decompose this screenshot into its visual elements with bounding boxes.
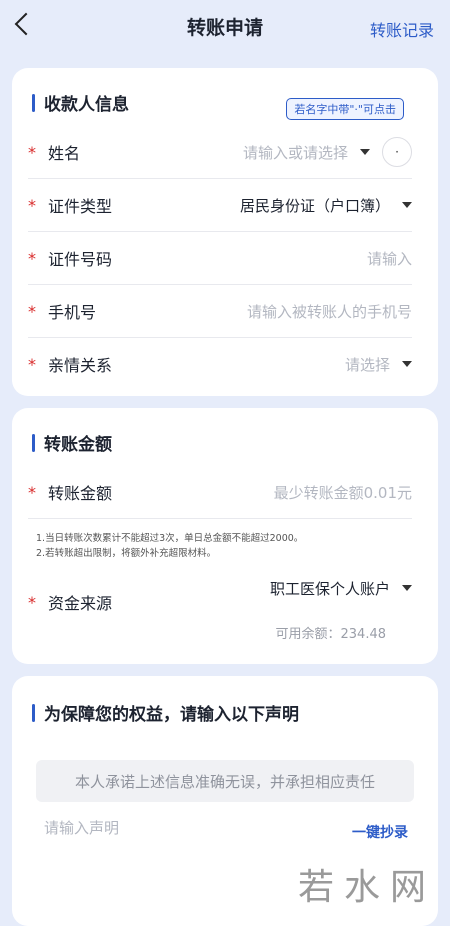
relation-select[interactable]: 请选择	[345, 354, 390, 375]
name-dropdown-caret-icon[interactable]	[360, 149, 370, 155]
relation-caret-icon[interactable]	[402, 361, 412, 367]
payee-info-card: 收款人信息 若名字中带"·"可点击 * 姓名 请输入或请选择 · * 证件类型 …	[12, 68, 438, 396]
declaration-section-title: 为保障您的权益，请输入以下声明	[32, 700, 299, 725]
required-star: *	[28, 482, 36, 502]
one-click-copy-button[interactable]: 一键抄录	[352, 822, 408, 842]
payee-section-title: 收款人信息	[32, 90, 129, 115]
id-type-caret-icon[interactable]	[402, 202, 412, 208]
watermark-logo: 若水网	[297, 867, 436, 908]
section-accent-bar	[32, 93, 35, 112]
id-number-input[interactable]: 请输入	[367, 248, 412, 269]
id-number-row[interactable]: * 证件号码 请输入	[28, 232, 412, 285]
limit-notes: 1.当日转账次数累计不能超过3次，单日总金额不能超过2000。 2.若转账超出限…	[36, 531, 303, 561]
amount-input[interactable]: 最少转账金额0.01元	[274, 482, 412, 503]
name-input[interactable]: 请输入或请选择	[243, 142, 348, 163]
id-type-select[interactable]: 居民身份证（户口簿）	[240, 195, 390, 216]
relation-row[interactable]: * 亲情关系 请选择	[28, 338, 412, 390]
id-type-label: 证件类型	[48, 197, 113, 216]
fund-source-caret-icon[interactable]	[402, 585, 412, 591]
required-star: *	[28, 195, 36, 215]
available-balance: 可用余额：234.48	[275, 627, 387, 642]
amount-label: 转账金额	[48, 484, 113, 503]
id-type-row[interactable]: * 证件类型 居民身份证（户口簿）	[28, 179, 412, 232]
required-star: *	[28, 142, 36, 162]
required-star: *	[28, 354, 36, 374]
required-star: *	[28, 301, 36, 321]
name-label: 姓名	[48, 144, 81, 163]
phone-label: 手机号	[48, 303, 97, 322]
section-accent-bar	[32, 703, 35, 722]
amount-card: 转账金额 * 转账金额 最少转账金额0.01元 1.当日转账次数累计不能超过3次…	[12, 408, 438, 664]
commitment-text-box: 本人承诺上述信息准确无误，并承担相应责任	[36, 760, 414, 802]
section-accent-bar	[32, 433, 35, 452]
relation-label: 亲情关系	[48, 356, 113, 375]
phone-input[interactable]: 请输入被转账人的手机号	[247, 301, 412, 322]
name-dot-hint-badge: 若名字中带"·"可点击	[286, 98, 404, 120]
header-bar: 转账申请 转账记录	[0, 0, 450, 56]
fund-source-row[interactable]: * 资金来源 职工医保个人账户	[28, 576, 412, 628]
fund-source-label: 资金来源	[48, 594, 113, 613]
limit-note-2: 2.若转账超出限制，将额外补充超限材料。	[36, 548, 217, 559]
transfer-records-link[interactable]: 转账记录	[370, 17, 434, 41]
name-row[interactable]: * 姓名 请输入或请选择 ·	[28, 126, 412, 179]
middle-dot-button[interactable]: ·	[382, 137, 412, 167]
amount-section-title: 转账金额	[32, 430, 112, 455]
limit-note-1: 1.当日转账次数累计不能超过3次，单日总金额不能超过2000。	[36, 533, 304, 544]
amount-row[interactable]: * 转账金额 最少转账金额0.01元	[28, 466, 412, 519]
phone-row[interactable]: * 手机号 请输入被转账人的手机号	[28, 285, 412, 338]
fund-source-select[interactable]: 职工医保个人账户	[270, 578, 390, 599]
declaration-input[interactable]	[44, 819, 294, 837]
required-star: *	[28, 248, 36, 268]
id-number-label: 证件号码	[48, 250, 113, 269]
required-star: *	[28, 592, 36, 612]
